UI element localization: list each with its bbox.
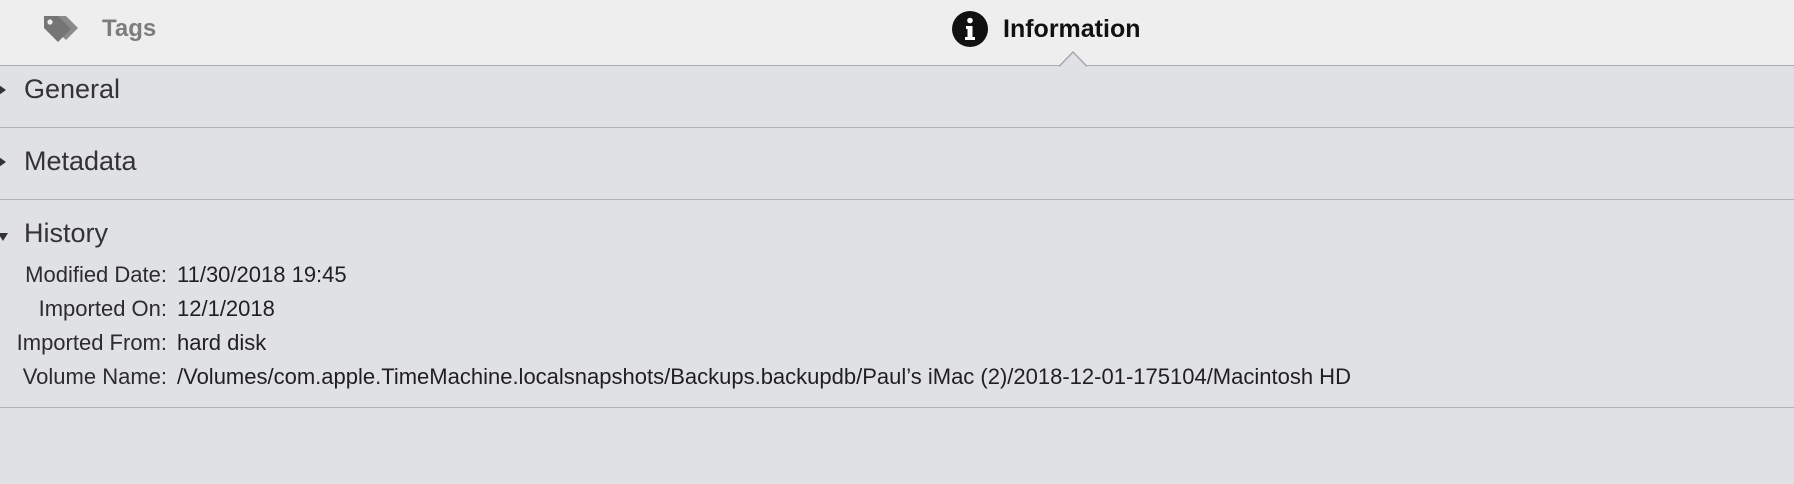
disclosure-collapsed-icon[interactable] <box>0 84 8 96</box>
tab-tags[interactable]: Tags <box>40 12 156 46</box>
tab-information-label: Information <box>1003 14 1141 43</box>
section-metadata-title: Metadata <box>24 146 137 176</box>
history-row-imported-from: Imported From: hard disk <box>0 330 1794 360</box>
info-icon <box>952 11 988 47</box>
section-general-title: General <box>24 74 121 104</box>
history-row-imported-on: Imported On: 12/1/2018 <box>0 296 1794 326</box>
field-value: hard disk <box>177 330 267 355</box>
section-general-header[interactable]: General <box>0 66 1794 116</box>
history-row-modified-date: Modified Date: 11/30/2018 19:45 <box>0 262 1794 292</box>
inspector-tab-bar: Tags Information <box>0 0 1794 67</box>
field-label: Modified Date: <box>25 262 167 287</box>
field-value: /Volumes/com.apple.TimeMachine.localsnap… <box>177 364 1351 389</box>
field-label: Volume Name: <box>22 364 167 389</box>
tab-tags-label: Tags <box>102 15 157 42</box>
section-divider <box>0 127 1794 128</box>
field-label: Imported On: <box>38 296 167 321</box>
section-history-header[interactable]: History <box>0 210 1794 260</box>
field-value: 12/1/2018 <box>177 296 275 321</box>
history-row-volume-name: Volume Name: /Volumes/com.apple.TimeMach… <box>0 364 1794 394</box>
tag-icon <box>44 16 78 42</box>
tab-information[interactable]: Information <box>951 10 1141 48</box>
selected-tab-pointer <box>1059 51 1087 67</box>
disclosure-collapsed-icon[interactable] <box>0 156 8 168</box>
disclosure-expanded-icon[interactable] <box>0 231 8 243</box>
section-metadata-header[interactable]: Metadata <box>0 138 1794 188</box>
field-label: Imported From: <box>16 330 167 355</box>
section-divider <box>0 407 1794 408</box>
section-divider <box>0 199 1794 200</box>
section-history-title: History <box>24 218 109 248</box>
field-value: 11/30/2018 19:45 <box>177 262 347 287</box>
